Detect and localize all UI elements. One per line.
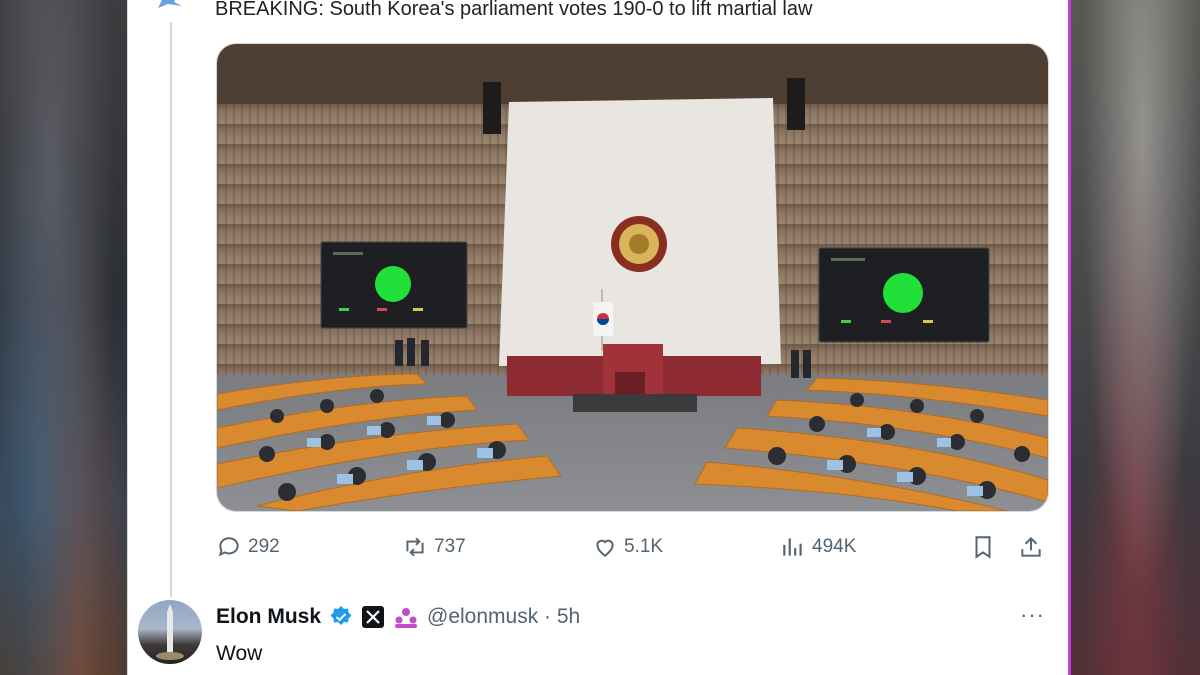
tweet-card: BREAKING: South Korea's parliament votes… <box>128 0 1068 675</box>
video-background-left <box>0 0 128 675</box>
reply-icon <box>218 537 239 557</box>
reply-text: Wow <box>216 642 263 665</box>
bird-logo-icon <box>158 0 182 8</box>
views-button[interactable]: 494K <box>780 530 856 564</box>
views-count: 494K <box>812 536 857 557</box>
share-icon <box>1021 536 1041 557</box>
bookmark-button[interactable] <box>970 530 996 564</box>
thread-line <box>170 22 172 597</box>
display-name[interactable]: Elon Musk <box>216 605 321 629</box>
like-button[interactable]: 5.1K <box>592 530 663 564</box>
reply-header: Elon Musk @elonmusk · 5h <box>216 602 580 632</box>
verified-icon <box>330 606 352 625</box>
affiliate-icon <box>395 608 418 628</box>
repost-icon <box>406 537 424 557</box>
frame-accent-border <box>1068 0 1071 675</box>
like-icon <box>596 539 614 557</box>
video-background-right <box>1071 0 1200 675</box>
share-button[interactable] <box>1018 530 1044 564</box>
avatar[interactable] <box>138 600 202 664</box>
original-poster-avatar[interactable] <box>148 0 188 12</box>
rocket-avatar-icon <box>156 604 184 660</box>
repost-count: 737 <box>434 536 466 557</box>
x-badge-icon <box>362 606 385 628</box>
like-count: 5.1K <box>624 536 664 557</box>
tweet-text: BREAKING: South Korea's parliament votes… <box>215 0 813 20</box>
repost-button[interactable]: 737 <box>402 530 466 564</box>
views-icon <box>783 538 802 556</box>
tweet-image[interactable] <box>216 43 1049 512</box>
handle-and-time[interactable]: @elonmusk · 5h <box>427 605 580 629</box>
reply-button[interactable]: 292 <box>216 530 280 564</box>
more-icon[interactable]: ··· <box>1020 602 1045 628</box>
reply-tweet: Elon Musk @elonmusk · 5h ··· Wow <box>136 598 1056 675</box>
reply-count: 292 <box>248 536 280 557</box>
bookmark-icon <box>975 536 991 559</box>
parliament-photo <box>217 44 1048 511</box>
tweet-actions: 292 737 5.1K 494K <box>216 530 1047 564</box>
